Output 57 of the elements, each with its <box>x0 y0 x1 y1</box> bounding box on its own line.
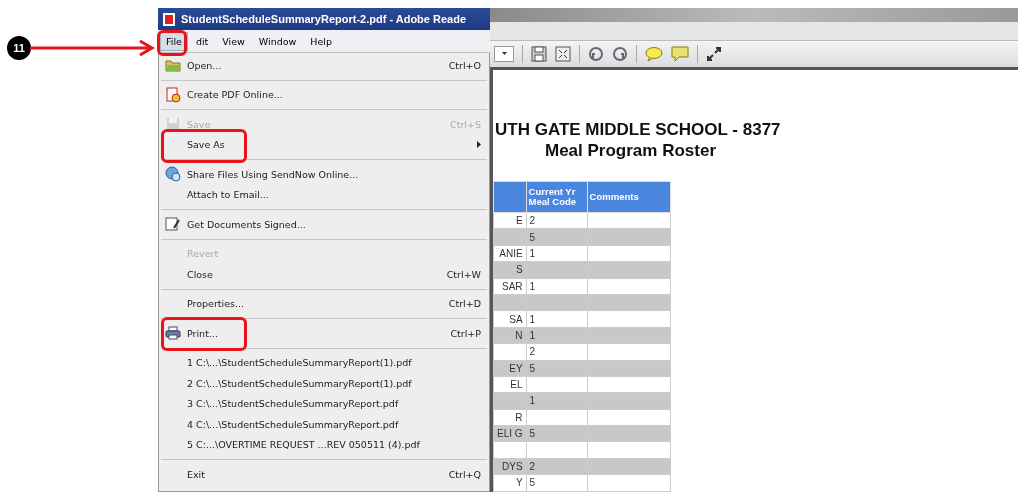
fit-page-icon[interactable] <box>555 46 571 62</box>
column-header: Current Yr Meal Code <box>526 181 588 213</box>
signed-document-icon <box>165 216 181 233</box>
save-icon[interactable] <box>531 46 547 62</box>
table-cell <box>526 376 588 393</box>
window-title: StudentScheduleSummaryReport-2.pdf - Adobe Reade <box>181 13 467 25</box>
menu-item[interactable]: 2 C:\...\StudentScheduleSummaryReport(1).pdf <box>159 373 489 394</box>
table-cell: 2 <box>526 343 588 360</box>
menu-item[interactable]: Get Documents Signed... <box>159 214 489 235</box>
comment-icon[interactable] <box>645 46 663 62</box>
folder-icon <box>165 58 181 73</box>
menu-item[interactable]: Save As <box>159 134 489 155</box>
table-cell: SA <box>493 310 527 328</box>
menu-bar-item[interactable]: Help <box>304 31 338 51</box>
menu-bar-item[interactable]: View <box>216 31 251 51</box>
menu-item[interactable]: 5 C:...\OVERTIME REQUEST ...REV 050511 (4).pdf <box>159 434 489 455</box>
report-title: UTH GATE MIDDLE SCHOOL - 8377 <box>495 120 781 140</box>
report-subtitle: Meal Program Roster <box>545 141 716 161</box>
table-cell: SAR <box>493 278 527 295</box>
menu-item[interactable]: Create PDF Online... <box>159 84 489 105</box>
table-cell <box>493 343 527 360</box>
table-cell: E <box>493 212 527 229</box>
rotate-right-icon[interactable] <box>612 46 628 62</box>
dropdown-icon[interactable] <box>494 46 514 62</box>
globe-icon <box>165 166 181 183</box>
expand-icon[interactable] <box>706 46 722 62</box>
table-cell: 1 <box>526 310 588 328</box>
pdf-document-icon <box>165 86 181 103</box>
menu-item[interactable]: Print... Ctrl+P <box>159 323 489 344</box>
pdf-app-icon <box>162 11 176 27</box>
table-cell <box>526 441 588 459</box>
submenu-arrow-icon <box>477 141 481 149</box>
menu-item[interactable]: Attach to Email... <box>159 184 489 205</box>
table-cell: 1 <box>526 278 588 295</box>
menu-item[interactable]: 1 C:\...\StudentScheduleSummaryReport(1).pdf <box>159 352 489 373</box>
menu-item[interactable]: Open... Ctrl+O <box>159 55 489 76</box>
table-cell: ANIE <box>493 245 527 262</box>
table-cell <box>526 409 588 426</box>
step-number-badge: 11 <box>7 36 31 60</box>
menu-bar-item[interactable]: dit <box>189 31 215 51</box>
table-cell: 1 <box>526 245 588 262</box>
table-cell: R <box>493 409 527 426</box>
column-header: Comments <box>587 181 671 213</box>
menu-item[interactable]: Exit Ctrl+Q <box>159 464 489 485</box>
printer-icon <box>165 326 181 341</box>
table-cell: 5 <box>526 474 588 492</box>
table-cell: 2 <box>526 212 588 229</box>
table-cell <box>493 441 527 459</box>
menu-item[interactable]: 3 C:\...\StudentScheduleSummaryReport.pdf <box>159 393 489 414</box>
menu-item[interactable]: Properties... Ctrl+D <box>159 293 489 314</box>
menu-bar-item[interactable]: Window <box>252 31 303 51</box>
menu-item[interactable]: 4 C:\...\StudentScheduleSummaryReport.pdf <box>159 414 489 435</box>
table-cell: EL <box>493 376 527 393</box>
rotate-left-icon[interactable] <box>588 46 604 62</box>
menu-item[interactable]: Share Files Using SendNow Online... <box>159 164 489 185</box>
menu-item[interactable]: Close Ctrl+W <box>159 264 489 285</box>
table-cell: Y <box>493 474 527 492</box>
